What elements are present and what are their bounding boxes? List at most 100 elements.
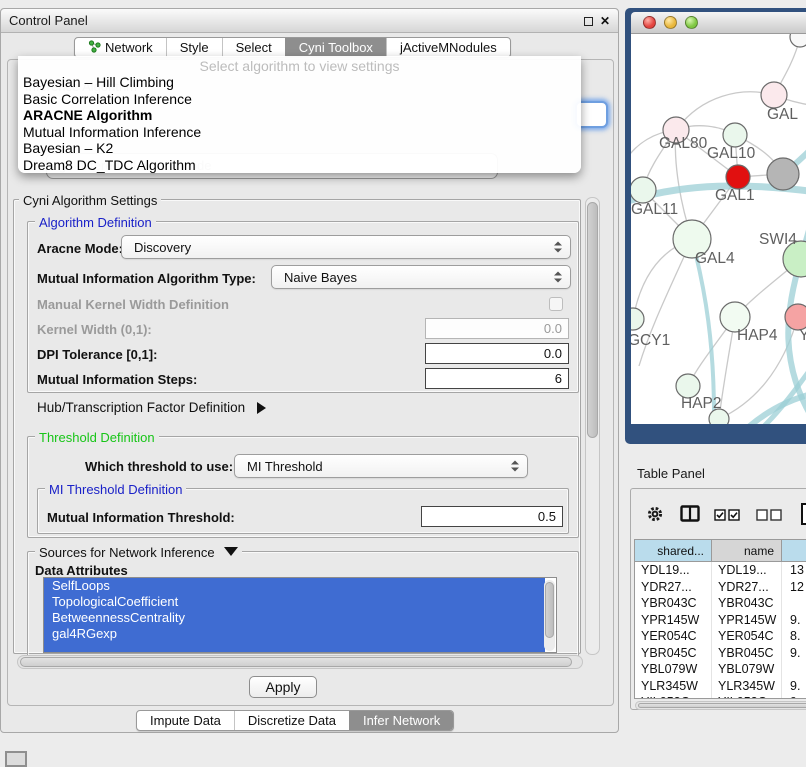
table-cell[interactable]: 9. bbox=[782, 694, 806, 699]
table-cell[interactable]: 8. bbox=[782, 628, 806, 645]
tab-select[interactable]: Select bbox=[222, 38, 285, 57]
close-icon[interactable]: ✕ bbox=[600, 15, 610, 27]
table-row[interactable]: YDR27...YDR27...12 bbox=[635, 579, 806, 596]
tab-discretize-data[interactable]: Discretize Data bbox=[234, 711, 349, 730]
tab-style[interactable]: Style bbox=[166, 38, 222, 57]
gear-icon[interactable] bbox=[646, 505, 664, 526]
manual-kernel-checkbox[interactable] bbox=[549, 297, 563, 311]
deselect-all-icon[interactable] bbox=[756, 509, 782, 521]
select-all-icon[interactable] bbox=[714, 509, 740, 521]
table-cell[interactable] bbox=[782, 595, 806, 612]
mi-steps-field[interactable]: 6 bbox=[425, 368, 569, 389]
list-item[interactable]: TopologicalCoefficient bbox=[44, 594, 545, 610]
table-cell[interactable] bbox=[782, 661, 806, 678]
tab-cyni-toolbox[interactable]: Cyni Toolbox bbox=[285, 38, 386, 57]
float-window-icon[interactable] bbox=[584, 17, 593, 26]
column-header-name[interactable]: name bbox=[712, 540, 782, 562]
table-cell[interactable]: YPR145W bbox=[712, 612, 782, 629]
network-node[interactable] bbox=[790, 34, 806, 47]
mac-zoom-button[interactable] bbox=[685, 16, 698, 29]
column-header-extra[interactable] bbox=[782, 540, 806, 562]
document-icon[interactable] bbox=[800, 503, 806, 528]
algorithm-option[interactable]: Mutual Information Inference bbox=[18, 124, 581, 141]
dpi-tolerance-field[interactable]: 0.0 bbox=[425, 343, 569, 364]
column-header-shared...[interactable]: shared... bbox=[635, 540, 712, 562]
tab-jactivemnodules[interactable]: jActiveMNodules bbox=[386, 38, 510, 57]
table-row[interactable]: YBL079WYBL079W bbox=[635, 661, 806, 678]
list-item[interactable] bbox=[44, 642, 545, 653]
kernel-width-field[interactable]: 0.0 bbox=[425, 318, 569, 339]
table-cell[interactable]: YBR045C bbox=[712, 645, 782, 662]
mi-threshold-field[interactable]: 0.5 bbox=[421, 506, 563, 527]
tab-impute-data[interactable]: Impute Data bbox=[137, 711, 234, 730]
table-cell[interactable]: YLR345W bbox=[635, 678, 712, 695]
table-hscrollbar-thumb[interactable] bbox=[638, 703, 806, 708]
tab-label: Infer Network bbox=[363, 713, 440, 728]
network-canvas[interactable]: GALGAL80GAL10GAL1GAL11GAL4SWI4HAP4YGCY1H… bbox=[631, 34, 806, 424]
aracne-mode-combo[interactable]: Discovery bbox=[121, 235, 571, 259]
attribute-list-scrollbar-thumb[interactable] bbox=[545, 582, 554, 638]
mac-close-button[interactable] bbox=[643, 16, 656, 29]
data-attributes-list[interactable]: SelfLoopsTopologicalCoefficientBetweenne… bbox=[43, 577, 557, 653]
table-cell[interactable]: YBL079W bbox=[635, 661, 712, 678]
panel-corner-icon[interactable] bbox=[5, 751, 27, 767]
list-item[interactable]: SelfLoops bbox=[44, 578, 545, 594]
table-cell[interactable]: 9. bbox=[782, 678, 806, 695]
expand-right-icon[interactable] bbox=[257, 402, 266, 414]
attribute-list-scrollbar[interactable] bbox=[544, 580, 555, 651]
table-cell[interactable]: 12 bbox=[782, 579, 806, 596]
tab-network[interactable]: Network bbox=[75, 38, 166, 57]
network-node[interactable] bbox=[767, 158, 799, 190]
network-node-gal10[interactable] bbox=[723, 123, 747, 147]
tab-infer-network[interactable]: Infer Network bbox=[349, 711, 453, 730]
table-cell[interactable]: YIL052C bbox=[635, 694, 712, 699]
list-item[interactable]: gal4RGexp bbox=[44, 626, 545, 642]
table-cell[interactable]: YBL079W bbox=[712, 661, 782, 678]
network-node-gal11[interactable] bbox=[631, 177, 656, 203]
apply-button[interactable]: Apply bbox=[249, 676, 317, 698]
table-cell[interactable]: 9. bbox=[782, 645, 806, 662]
table-cell[interactable]: YBR045C bbox=[635, 645, 712, 662]
settings-hscrollbar-thumb[interactable] bbox=[20, 657, 572, 667]
algorithm-option[interactable]: Basic Correlation Inference bbox=[18, 91, 581, 108]
table-row[interactable]: YBR043CYBR043C bbox=[635, 595, 806, 612]
algorithm-option[interactable]: Bayesian – Hill Climbing bbox=[18, 74, 581, 91]
network-node-gal1[interactable] bbox=[726, 165, 750, 189]
collapse-down-icon[interactable] bbox=[224, 547, 238, 556]
table-cell[interactable]: YDR27... bbox=[712, 579, 782, 596]
table-cell[interactable]: YDL19... bbox=[635, 562, 712, 579]
which-threshold-combo[interactable]: MI Threshold bbox=[234, 454, 528, 478]
table-row[interactable]: YER054CYER054C8. bbox=[635, 628, 806, 645]
list-item[interactable]: BetweennessCentrality bbox=[44, 610, 545, 626]
table-cell[interactable]: 13 bbox=[782, 562, 806, 579]
table-row[interactable]: YDL19...YDL19...13 bbox=[635, 562, 806, 579]
table-cell[interactable]: YBR043C bbox=[712, 595, 782, 612]
table-row[interactable]: YBR045CYBR045C9. bbox=[635, 645, 806, 662]
table-cell[interactable]: 9. bbox=[782, 612, 806, 629]
table-cell[interactable]: YIL052C bbox=[712, 694, 782, 699]
table-cell[interactable]: YER054C bbox=[635, 628, 712, 645]
mac-minimize-button[interactable] bbox=[664, 16, 677, 29]
mi-type-combo[interactable]: Naive Bayes bbox=[271, 265, 571, 289]
hub-definition-label[interactable]: Hub/Transcription Factor Definition bbox=[37, 400, 245, 415]
table-cell[interactable]: YDR27... bbox=[635, 579, 712, 596]
table-row[interactable]: YPR145WYPR145W9. bbox=[635, 612, 806, 629]
network-node-gcy1[interactable] bbox=[631, 308, 644, 330]
table-cell[interactable]: YDL19... bbox=[712, 562, 782, 579]
settings-scrollbar[interactable] bbox=[585, 197, 600, 655]
table-row[interactable]: YIL052CYIL052C9. bbox=[635, 694, 806, 699]
table-row[interactable]: YLR345WYLR345W9. bbox=[635, 678, 806, 695]
network-node-gal[interactable] bbox=[761, 82, 787, 108]
table-cell[interactable]: YLR345W bbox=[712, 678, 782, 695]
settings-hscrollbar[interactable] bbox=[17, 655, 583, 669]
settings-scrollbar-thumb[interactable] bbox=[587, 202, 598, 438]
columns-icon[interactable] bbox=[680, 505, 700, 525]
node-table[interactable]: shared...name YDL19...YDL19...13YDR27...… bbox=[634, 539, 806, 699]
table-cell[interactable]: YER054C bbox=[712, 628, 782, 645]
algorithm-option[interactable]: ARACNE Algorithm bbox=[18, 107, 581, 124]
table-cell[interactable]: YBR043C bbox=[635, 595, 712, 612]
table-hscrollbar[interactable] bbox=[635, 701, 806, 710]
algorithm-option[interactable]: Dream8 DC_TDC Algorithm bbox=[18, 157, 581, 174]
algorithm-option[interactable]: Bayesian – K2 bbox=[18, 140, 581, 157]
table-cell[interactable]: YPR145W bbox=[635, 612, 712, 629]
